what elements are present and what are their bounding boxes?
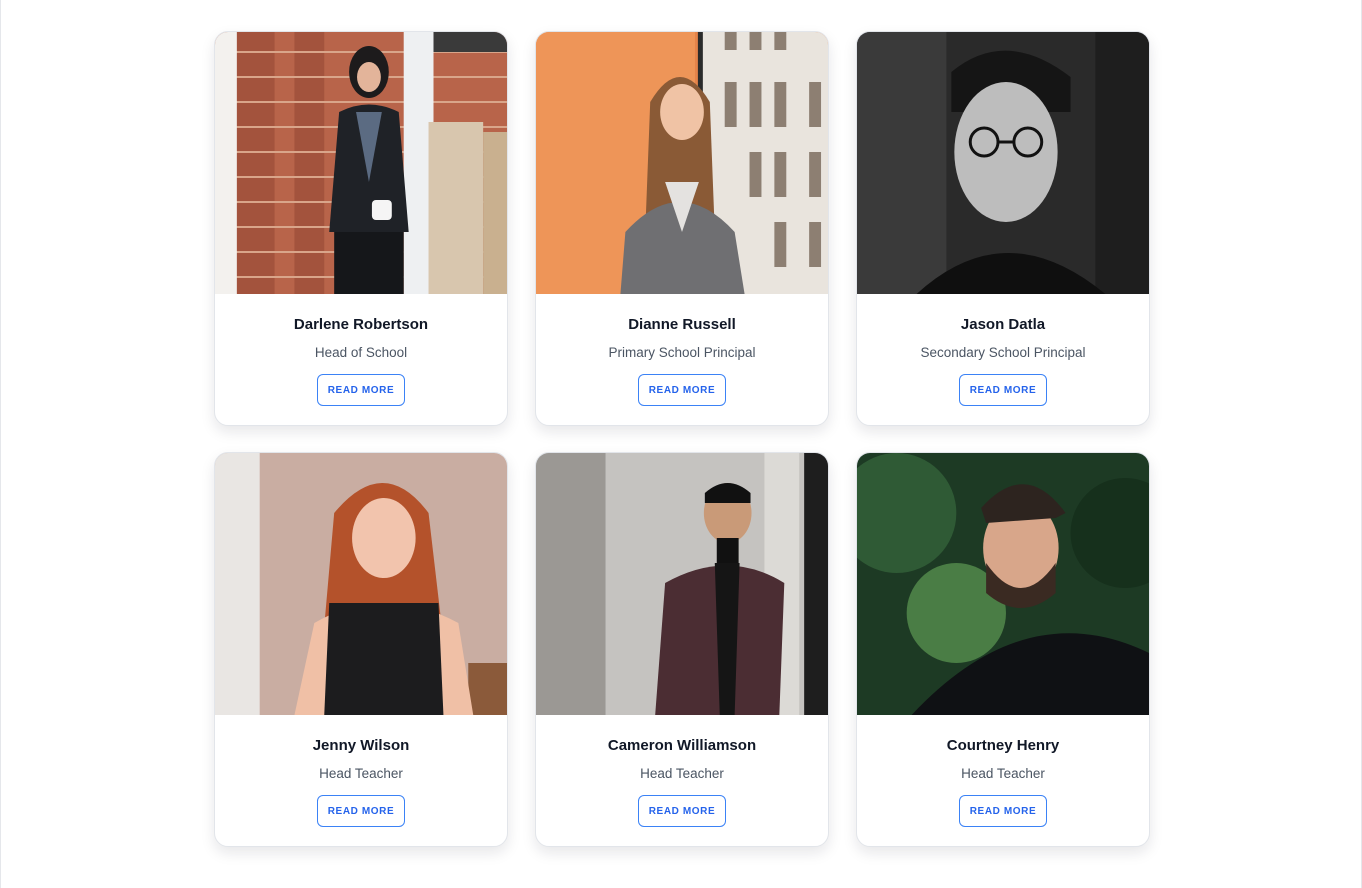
read-more-button[interactable]: READ MORE [317, 374, 405, 406]
staff-card: Jenny Wilson Head Teacher READ MORE [214, 452, 508, 847]
staff-role: Secondary School Principal [920, 345, 1086, 360]
staff-name: Jenny Wilson [312, 737, 410, 754]
staff-name: Cameron Williamson [607, 737, 757, 754]
staff-card: Darlene Robertson Head of School READ MO… [214, 31, 508, 426]
staff-photo [857, 453, 1149, 715]
staff-role: Head Teacher [640, 766, 724, 781]
read-more-button[interactable]: READ MORE [638, 795, 726, 827]
staff-photo [857, 32, 1149, 294]
staff-role: Head Teacher [961, 766, 1045, 781]
staff-role: Primary School Principal [608, 345, 756, 360]
staff-name: Darlene Robertson [293, 316, 429, 333]
staff-role: Head of School [314, 345, 408, 360]
staff-photo [215, 32, 507, 294]
staff-role: Head Teacher [319, 766, 403, 781]
staff-photo [215, 453, 507, 715]
staff-card: Jason Datla Secondary School Principal R… [856, 31, 1150, 426]
staff-name: Courtney Henry [946, 737, 1060, 754]
read-more-button[interactable]: READ MORE [959, 374, 1047, 406]
read-more-button[interactable]: READ MORE [638, 374, 726, 406]
staff-name: Jason Datla [960, 316, 1046, 333]
staff-photo [536, 453, 828, 715]
staff-card: Courtney Henry Head Teacher READ MORE [856, 452, 1150, 847]
read-more-button[interactable]: READ MORE [317, 795, 405, 827]
staff-card: Cameron Williamson Head Teacher READ MOR… [535, 452, 829, 847]
staff-card: Dianne Russell Primary School Principal … [535, 31, 829, 426]
read-more-button[interactable]: READ MORE [959, 795, 1047, 827]
staff-name: Dianne Russell [628, 316, 736, 333]
staff-page: Darlene Robertson Head of School READ MO… [0, 0, 1362, 888]
staff-photo [536, 32, 828, 294]
staff-grid: Darlene Robertson Head of School READ MO… [214, 31, 1150, 847]
